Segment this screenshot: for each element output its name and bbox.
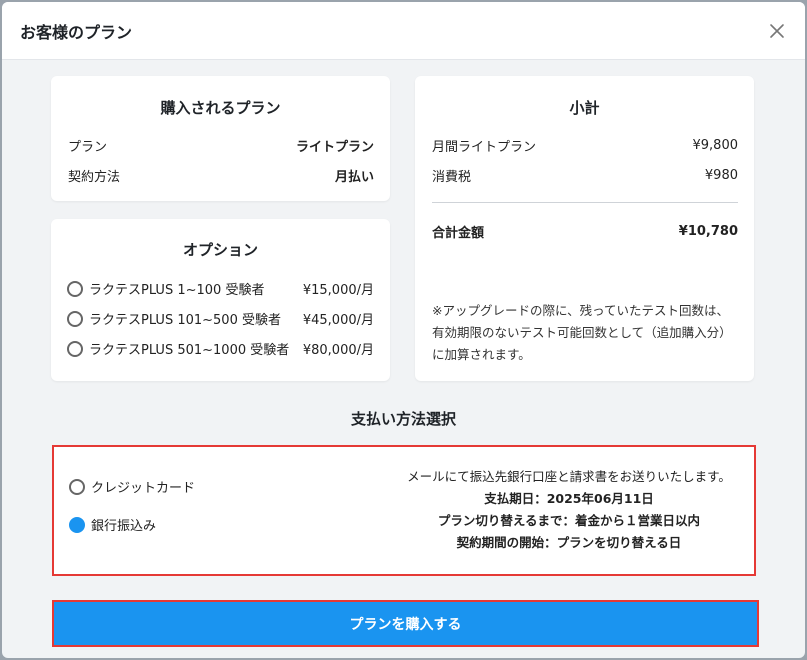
credit-card-radio[interactable]	[69, 478, 85, 495]
bank-info-email: メールにて振込先銀行口座と請求書をお送りいたします。	[407, 469, 731, 484]
contract-method-value: 月払い	[334, 170, 374, 185]
buy-plan-button[interactable]: プランを購入する	[54, 602, 757, 645]
total-row: 合計金額 ¥10,780	[432, 222, 738, 241]
subtotal-title: 小計	[569, 99, 600, 117]
bank-info-due-date: 支払期日：2025年06月11日	[484, 491, 654, 506]
tax-value: ¥980	[704, 168, 738, 183]
monthly-plan-row: 月間ライトプラン ¥9,800	[432, 136, 738, 155]
bank-transfer-radio[interactable]	[69, 516, 85, 533]
option-item-1[interactable]: ラクテスPLUS 1~100 受験者 ¥15,000/月	[67, 279, 374, 298]
payment-credit-card[interactable]: クレジットカード	[69, 477, 195, 496]
contract-method-label: 契約方法	[68, 170, 121, 185]
option-item-2[interactable]: ラクテスPLUS 101~500 受験者 ¥45,000/月	[67, 309, 374, 328]
tax-row: 消費税 ¥980	[432, 166, 738, 185]
bank-transfer-label: 銀行振込み	[91, 519, 157, 534]
buy-button-highlight: プランを購入する	[52, 600, 759, 647]
plan-modal: お客様のプラン 購入されるプラン プラン ライトプラン 契約方法 月払い オプシ…	[2, 2, 805, 658]
bank-info-contract-start: 契約期間の開始：プランを切り替える日	[456, 535, 682, 550]
option-item-3[interactable]: ラクテスPLUS 501~1000 受験者 ¥80,000/月	[67, 339, 374, 358]
close-icon[interactable]	[765, 19, 789, 43]
bank-info-switch-timing: プラン切り替えるまで：着金から１営業日以内	[437, 513, 701, 528]
tax-label: 消費税	[432, 170, 472, 185]
option-radio-1[interactable]	[67, 280, 83, 297]
upgrade-note: ※アップグレードの際に、残っていたテスト回数は、有効期限のないテスト可能回数とし…	[432, 303, 732, 362]
modal-header: お客様のプラン	[2, 2, 805, 60]
option-radio-2[interactable]	[67, 310, 83, 327]
option-radio-3[interactable]	[67, 340, 83, 357]
option-label-2: ラクテスPLUS 101~500 受験者	[89, 313, 281, 328]
monthly-plan-label: 月間ライトプラン	[432, 140, 537, 155]
subtotal-divider	[432, 202, 738, 203]
options-card: オプション ラクテスPLUS 1~100 受験者 ¥15,000/月 ラクテスP…	[51, 219, 390, 381]
payment-bank-transfer[interactable]: 銀行振込み	[69, 515, 156, 534]
purchase-plan-title: 購入されるプラン	[160, 99, 281, 117]
monthly-plan-value: ¥9,800	[692, 138, 739, 153]
options-title: オプション	[182, 241, 258, 259]
subtotal-card: 小計 月間ライトプラン ¥9,800 消費税 ¥980 合計金額 ¥10,780…	[415, 76, 754, 381]
payment-section-title: 支払い方法選択	[350, 410, 456, 428]
option-price-2: ¥45,000/月	[302, 313, 374, 328]
bank-transfer-info: メールにて振込先銀行口座と請求書をお送りいたします。 支払期日：2025年06月…	[394, 466, 744, 554]
option-price-1: ¥15,000/月	[302, 283, 374, 298]
option-price-3: ¥80,000/月	[302, 343, 374, 358]
modal-title: お客様のプラン	[20, 22, 133, 42]
total-value: ¥10,780	[678, 224, 738, 239]
option-label-3: ラクテスPLUS 501~1000 受験者	[89, 343, 290, 358]
plan-value: ライトプラン	[295, 140, 374, 155]
total-label: 合計金額	[432, 226, 485, 241]
option-label-1: ラクテスPLUS 1~100 受験者	[89, 283, 265, 298]
contract-method-row: 契約方法 月払い	[68, 166, 374, 185]
payment-method-box: クレジットカード 銀行振込み メールにて振込先銀行口座と請求書をお送りいたします…	[52, 445, 756, 576]
purchase-plan-card: 購入されるプラン プラン ライトプラン 契約方法 月払い	[51, 76, 390, 201]
plan-label: プラン	[68, 140, 108, 155]
credit-card-label: クレジットカード	[91, 481, 196, 496]
plan-row: プラン ライトプラン	[68, 136, 374, 155]
